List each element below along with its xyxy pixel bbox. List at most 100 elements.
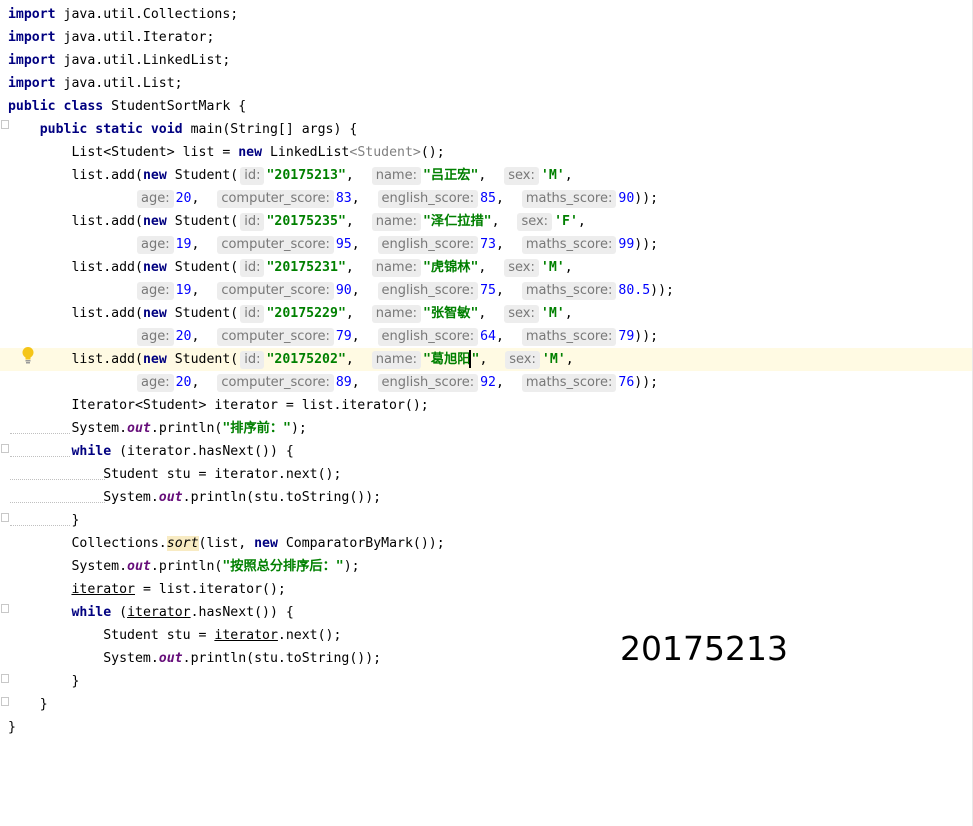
static-field: out: [158, 490, 183, 505]
code-token: ,: [564, 168, 573, 183]
code-line[interactable]: list.add(new Student(id: "20175235", name…: [0, 210, 972, 233]
code-line[interactable]: }: [0, 716, 972, 739]
parameter-hint: sex:: [505, 351, 540, 369]
parameter-hint: name:: [371, 351, 421, 369]
parameter-hint: id:: [240, 213, 265, 231]
code-token: Student stu = iterator.next();: [103, 467, 342, 482]
char-literal: 'F': [554, 214, 578, 229]
code-line[interactable]: while (iterator.hasNext()) {: [0, 440, 972, 463]
code-line[interactable]: list.add(new Student(id: "20175231", name…: [0, 256, 972, 279]
fold-marker-icon[interactable]: [1, 604, 9, 613]
code-line[interactable]: System.out.println(stu.toString());: [0, 647, 972, 670]
code-line[interactable]: List<Student> list = new LinkedList<Stud…: [0, 141, 972, 164]
code-token: }: [71, 513, 80, 528]
code-token: ,: [345, 168, 370, 183]
parameter-hint: computer_score:: [217, 190, 334, 208]
keyword: new: [238, 145, 263, 160]
gutter-change-marker: [10, 433, 70, 435]
code-line[interactable]: Collections.sort(list, new ComparatorByM…: [0, 532, 972, 555]
code-line[interactable]: public class StudentSortMark {: [0, 95, 972, 118]
code-line[interactable]: import java.util.List;: [0, 72, 972, 95]
code-line[interactable]: import java.util.Collections;: [0, 3, 972, 26]
code-token: System.: [103, 490, 159, 505]
keyword: while: [71, 444, 112, 459]
code-token: ,: [351, 283, 376, 298]
number-literal: 20: [175, 329, 192, 344]
code-line[interactable]: Student stu = iterator.next();: [0, 463, 972, 486]
code-line[interactable]: while (iterator.hasNext()) {: [0, 601, 972, 624]
parameter-hint: maths_score:: [521, 190, 617, 208]
parameter-hint: computer_score:: [217, 328, 334, 346]
static-field: out: [158, 651, 183, 666]
variable: iterator: [214, 628, 278, 643]
code-token: ,: [495, 191, 520, 206]
parameter-hint: maths_score:: [521, 374, 617, 392]
code-line[interactable]: }: [0, 670, 972, 693]
string-literal: "按照总分排序后：": [222, 559, 344, 574]
code-line[interactable]: list.add(new Student(id: "20175202", name…: [0, 348, 972, 371]
fold-marker-icon[interactable]: [1, 444, 9, 453]
code-token: Collections.: [71, 536, 167, 551]
fold-marker-icon[interactable]: [1, 513, 9, 522]
gutter-change-marker: [10, 456, 70, 458]
code-token: Student(: [166, 260, 239, 275]
variable: iterator: [127, 605, 191, 620]
parameter-hint: english_score:: [377, 328, 479, 346]
code-token: ,: [478, 260, 503, 275]
lightbulb-icon[interactable]: [21, 346, 35, 364]
code-line[interactable]: age: 20, computer_score: 89, english_score…: [0, 371, 972, 394]
code-line[interactable]: Student stu = iterator.next();: [0, 624, 972, 647]
code-token: ,: [351, 191, 376, 206]
fold-marker-icon[interactable]: [1, 674, 9, 683]
code-line[interactable]: Iterator<Student> iterator = list.iterat…: [0, 394, 972, 417]
number-literal: 99: [618, 237, 635, 252]
string-literal: "20175229": [266, 306, 346, 321]
string-literal: "吕正宏": [422, 168, 479, 183]
code-line[interactable]: age: 19, computer_score: 95, english_score…: [0, 233, 972, 256]
number-literal: 64: [480, 329, 496, 344]
string-literal: "20175231": [266, 260, 346, 275]
code-line[interactable]: list.add(new Student(id: "20175229", name…: [0, 302, 972, 325]
code-line[interactable]: }: [0, 509, 972, 532]
keyword: import: [7, 53, 56, 68]
code-line[interactable]: age: 20, computer_score: 79, english_score…: [0, 325, 972, 348]
fold-marker-icon[interactable]: [1, 697, 9, 706]
keyword: new: [142, 260, 167, 275]
code-token: LinkedList: [262, 145, 350, 160]
student-id-watermark: 20175213: [620, 629, 788, 668]
string-literal: "20175235": [266, 214, 346, 229]
code-line[interactable]: iterator = list.iterator();: [0, 578, 972, 601]
number-literal: 19: [175, 237, 192, 252]
keyword: new: [142, 352, 167, 367]
code-token: Student stu =: [103, 628, 215, 643]
code-line[interactable]: list.add(new Student(id: "20175213", name…: [0, 164, 972, 187]
code-token: ,: [495, 375, 520, 390]
code-line[interactable]: public static void main(String[] args) {: [0, 118, 972, 141]
string-literal: "泽仁拉措": [422, 214, 492, 229]
number-literal: 20: [175, 375, 192, 390]
code-line[interactable]: import java.util.LinkedList;: [0, 49, 972, 72]
parameter-hint: english_score:: [377, 236, 479, 254]
code-line[interactable]: age: 20, computer_score: 83, english_score…: [0, 187, 972, 210]
code-line[interactable]: System.out.println(stu.toString());: [0, 486, 972, 509]
parameter-hint: maths_score:: [521, 282, 617, 300]
code-line[interactable]: System.out.println("排序前：");: [0, 417, 972, 440]
number-literal: 89: [335, 375, 352, 390]
parameter-hint: maths_score:: [521, 236, 617, 254]
code-line[interactable]: System.out.println("按照总分排序后：");: [0, 555, 972, 578]
code-line[interactable]: age: 19, computer_score: 90, english_score…: [0, 279, 972, 302]
code-token: ,: [564, 306, 573, 321]
char-literal: 'M': [540, 260, 565, 275]
code-line[interactable]: }: [0, 693, 972, 716]
code-editor[interactable]: import java.util.Collections; import jav…: [0, 0, 973, 826]
code-line[interactable]: import java.util.Iterator;: [0, 26, 972, 49]
keyword: while: [71, 605, 112, 620]
fold-marker-icon[interactable]: [1, 120, 9, 129]
number-literal: 95: [335, 237, 352, 252]
